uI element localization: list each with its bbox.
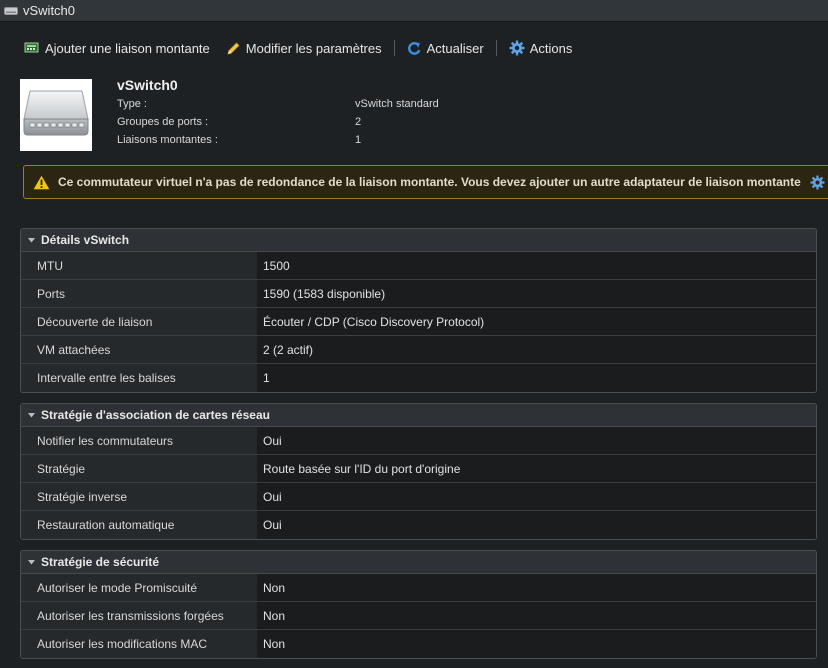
switch-device-image xyxy=(20,79,92,151)
row-value: Non xyxy=(257,630,816,658)
summary-uplinks-label: Liaisons montantes : xyxy=(117,134,218,146)
gear-icon xyxy=(810,174,825,190)
row-value: Route basée sur l'ID du port d'origine xyxy=(257,455,816,482)
edit-settings-button[interactable]: Modifier les paramètres xyxy=(226,41,382,56)
summary-uplinks-value: 1 xyxy=(355,134,362,146)
row-label: Notifier les commutateurs xyxy=(21,427,257,454)
summary-portgroups-label: Groupes de ports : xyxy=(117,116,209,128)
redundancy-warning-banner: Ce commutateur virtuel n'a pas de redond… xyxy=(23,165,828,199)
teaming-row-failback: Restauration automatique Oui xyxy=(21,511,816,539)
add-uplink-button[interactable]: Ajouter une liaison montante xyxy=(24,41,210,56)
row-value: Non xyxy=(257,574,816,601)
chevron-down-icon xyxy=(28,559,35,564)
row-value: Oui xyxy=(257,483,816,510)
row-value: Écouter / CDP (Cisco Discovery Protocol) xyxy=(257,308,816,335)
summary-type-value: vSwitch standard xyxy=(355,98,439,110)
switch-device-icon xyxy=(23,90,89,136)
add-uplink-label: Ajouter une liaison montante xyxy=(45,40,210,56)
row-value: Oui xyxy=(257,511,816,539)
row-label: Autoriser les transmissions forgées xyxy=(21,602,257,629)
actions-label: Actions xyxy=(529,40,573,56)
warning-text: Ce commutateur virtuel n'a pas de redond… xyxy=(58,175,801,189)
actions-button[interactable]: Actions xyxy=(509,40,573,56)
row-value: 1590 (1583 disponible) xyxy=(257,280,816,307)
window-title: vSwitch0 xyxy=(23,3,76,18)
row-value: 1 xyxy=(257,364,816,392)
row-label: VM attachées xyxy=(21,336,257,363)
panel-security-policy: Stratégie de sécurité Autoriser le mode … xyxy=(20,550,817,659)
detail-row-beacon-interval: Intervalle entre les balises 1 xyxy=(21,364,816,392)
security-row-mac-changes: Autoriser les modifications MAC Non xyxy=(21,630,816,658)
security-row-promiscuous: Autoriser le mode Promiscuité Non xyxy=(21,574,816,602)
window-titlebar: vSwitch0 xyxy=(0,0,828,22)
detail-row-ports: Ports 1590 (1583 disponible) xyxy=(21,280,816,308)
toolbar: Ajouter une liaison montante Modifier le… xyxy=(24,38,572,58)
row-label: MTU xyxy=(21,252,257,279)
panel-title: Détails vSwitch xyxy=(41,233,130,247)
panel-title: Stratégie de sécurité xyxy=(41,555,160,569)
pencil-icon xyxy=(227,41,240,55)
row-value: Oui xyxy=(257,427,816,454)
security-row-forged-transmits: Autoriser les transmissions forgées Non xyxy=(21,602,816,630)
switch-small-icon xyxy=(4,6,18,15)
refresh-icon xyxy=(407,41,421,55)
panel-header-nic-teaming[interactable]: Stratégie d'association de cartes réseau xyxy=(21,404,816,427)
panel-header-vswitch-details[interactable]: Détails vSwitch xyxy=(21,229,816,252)
row-value: Non xyxy=(257,602,816,629)
summary-portgroups-value: 2 xyxy=(355,116,362,128)
toolbar-separator xyxy=(393,40,395,56)
switch-name: vSwitch0 xyxy=(117,77,178,93)
refresh-button[interactable]: Actualiser xyxy=(407,41,484,56)
panel-header-security-policy[interactable]: Stratégie de sécurité xyxy=(21,551,816,574)
row-label: Ports xyxy=(21,280,257,307)
row-label: Autoriser le mode Promiscuité xyxy=(21,574,257,601)
row-label: Stratégie xyxy=(21,455,257,482)
row-value: 2 (2 actif) xyxy=(257,336,816,363)
detail-row-mtu: MTU 1500 xyxy=(21,252,816,280)
panel-vswitch-details: Détails vSwitch MTU 1500 Ports 1590 (1583 … xyxy=(20,228,817,393)
teaming-row-reverse-policy: Stratégie inverse Oui xyxy=(21,483,816,511)
uplink-add-icon xyxy=(24,42,39,53)
detail-row-attached-vms: VM attachées 2 (2 actif) xyxy=(21,336,816,364)
row-label: Restauration automatique xyxy=(21,511,257,539)
warning-action-link[interactable]: A xyxy=(810,174,828,190)
edit-settings-label: Modifier les paramètres xyxy=(245,40,382,56)
panel-title: Stratégie d'association de cartes réseau xyxy=(41,408,270,422)
warning-triangle-icon xyxy=(33,175,50,189)
row-label: Stratégie inverse xyxy=(21,483,257,510)
teaming-row-policy: Stratégie Route basée sur l'ID du port d'… xyxy=(21,455,816,483)
teaming-row-notify-switches: Notifier les commutateurs Oui xyxy=(21,427,816,455)
summary-type-label: Type : xyxy=(117,98,147,110)
panel-nic-teaming: Stratégie d'association de cartes réseau… xyxy=(20,403,817,540)
chevron-down-icon xyxy=(28,237,35,242)
row-label: Découverte de liaison xyxy=(21,308,257,335)
toolbar-separator xyxy=(495,40,497,56)
row-label: Intervalle entre les balises xyxy=(21,364,257,392)
chevron-down-icon xyxy=(28,412,35,417)
row-label: Autoriser les modifications MAC xyxy=(21,630,257,658)
gear-icon xyxy=(509,40,525,56)
row-value: 1500 xyxy=(257,252,816,279)
detail-row-link-discovery: Découverte de liaison Écouter / CDP (Cisc… xyxy=(21,308,816,336)
refresh-label: Actualiser xyxy=(426,40,484,56)
